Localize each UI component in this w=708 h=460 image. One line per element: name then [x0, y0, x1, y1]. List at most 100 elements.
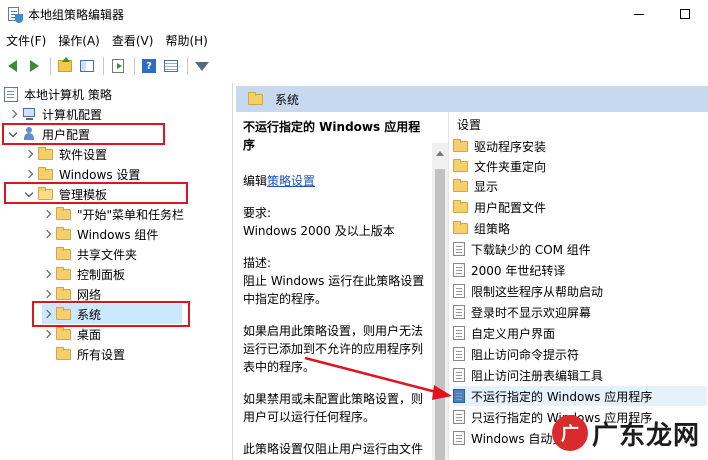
settings-column-header[interactable]: 设置	[449, 112, 481, 136]
tree-windows-components[interactable]: Windows 组件	[42, 224, 158, 244]
expand-chevron-icon[interactable]	[42, 329, 52, 339]
pane-header-title: 系统	[275, 92, 300, 107]
menu-action[interactable]: 操作(A)	[52, 30, 106, 50]
list-item-label: 阻止访问注册表编辑工具	[471, 368, 604, 383]
scrollbar-thumb[interactable]	[435, 169, 445, 460]
folder-icon	[56, 226, 71, 240]
folder-icon	[453, 220, 468, 234]
policy-setting-icon	[453, 368, 465, 382]
folder-icon	[56, 206, 71, 220]
view-icon	[164, 60, 178, 72]
folder-icon	[56, 246, 71, 260]
menu-help[interactable]: 帮助(H)	[159, 30, 213, 50]
expand-chevron-icon[interactable]	[24, 149, 34, 159]
expand-chevron-icon[interactable]	[42, 289, 52, 299]
list-item[interactable]: 2000 年世纪转译	[453, 260, 565, 280]
folder-icon	[56, 346, 71, 360]
tree-control-panel-label: 控制面板	[77, 267, 126, 282]
toolbar-separator	[134, 57, 135, 75]
policy-setting-icon	[453, 326, 465, 340]
back-button[interactable]	[2, 56, 22, 76]
highlight-box-system	[32, 301, 190, 327]
maximize-button[interactable]	[662, 0, 708, 28]
tree-control-panel[interactable]: 控制面板	[42, 264, 125, 284]
tree-root[interactable]: 本地计算机 策略	[4, 84, 112, 104]
list-item-label: 登录时不显示欢迎屏幕	[471, 305, 592, 320]
expand-chevron-icon[interactable]	[42, 229, 52, 239]
menu-bar: 文件(F) 操作(A) 查看(V) 帮助(H)	[0, 30, 214, 50]
extra-text: 此策略设置仅阻止用户运行由文件资源管理器进程启动的程序。它不	[243, 442, 424, 456]
folder-icon	[248, 91, 263, 105]
menu-file[interactable]: 文件(F)	[0, 30, 52, 50]
expand-chevron-icon[interactable]	[42, 209, 52, 219]
settings-list-pane: 设置 驱动程序安装 文件夹重定向 显示 用户配置文件 组策略 下载缺少的 COM…	[448, 112, 708, 460]
description-scrollbar[interactable]	[432, 143, 448, 460]
requirements-label: 要求:	[243, 206, 272, 220]
tree-shared-folders[interactable]: 共享文件夹	[56, 244, 137, 264]
watermark-text: 广东龙网	[592, 420, 701, 451]
expand-chevron-icon[interactable]	[42, 269, 52, 279]
list-item[interactable]: 文件夹重定向	[453, 156, 546, 176]
policy-setting-icon	[453, 305, 465, 319]
tree-software-settings-label: 软件设置	[59, 147, 108, 162]
export-list-button[interactable]	[108, 56, 128, 76]
list-item-label: 2000 年世纪转译	[471, 263, 566, 278]
edit-line: 编辑策略设置	[243, 172, 432, 190]
scroll-up-arrow-icon[interactable]	[436, 151, 444, 156]
tree-all-settings-label: 所有设置	[77, 347, 126, 362]
tree-desktop[interactable]: 桌面	[42, 324, 101, 344]
minimize-button[interactable]	[616, 0, 662, 28]
tree-start-menu[interactable]: "开始"菜单和任务栏	[42, 204, 184, 224]
list-item-label: 阻止访问命令提示符	[471, 347, 580, 362]
help-icon: ?	[142, 59, 156, 73]
tree-windows-settings[interactable]: Windows 设置	[24, 164, 140, 184]
watermark: 广 广东龙网	[552, 410, 708, 456]
list-item[interactable]: 阻止访问命令提示符	[453, 344, 579, 364]
folder-icon	[56, 266, 71, 280]
up-one-level-button[interactable]	[55, 56, 75, 76]
description-text: 阻止 Windows 运行在此策略设置中指定的程序。	[243, 274, 425, 306]
list-item[interactable]: 显示	[453, 176, 498, 196]
help-button[interactable]: ?	[139, 56, 159, 76]
edit-prefix: 编辑	[243, 174, 268, 188]
policy-setting-icon	[453, 431, 465, 445]
policy-description: 不运行指定的 Windows 应用程序 编辑策略设置 要求: Windows 2…	[236, 112, 432, 460]
title-bar: 本地组策略编辑器	[0, 0, 708, 28]
folder-icon	[453, 158, 468, 172]
tree-all-settings[interactable]: 所有设置	[56, 344, 125, 364]
edit-policy-link[interactable]: 策略设置	[267, 174, 315, 188]
menu-view[interactable]: 查看(V)	[106, 30, 160, 50]
tree-windows-settings-label: Windows 设置	[59, 167, 141, 182]
list-item[interactable]: 阻止访问注册表编辑工具	[453, 365, 603, 385]
tree-windows-components-label: Windows 组件	[77, 227, 159, 242]
export-list-icon	[112, 59, 124, 73]
description-pane: 系统 不运行指定的 Windows 应用程序 编辑策略设置 要求: Window…	[236, 83, 708, 460]
forward-arrow-icon	[29, 60, 39, 72]
list-item[interactable]: 驱动程序安装	[453, 136, 546, 156]
list-item[interactable]: 下载缺少的 COM 组件	[453, 239, 591, 259]
filter-button[interactable]	[192, 56, 212, 76]
watermark-logo: 广	[552, 415, 588, 451]
list-item-label: 限制这些程序从帮助启动	[471, 284, 604, 299]
list-item-label: 用户配置文件	[474, 200, 547, 215]
forward-button[interactable]	[24, 56, 44, 76]
list-item[interactable]: 登录时不显示欢迎屏幕	[453, 302, 591, 322]
list-item[interactable]: 组策略	[453, 218, 510, 238]
view-button[interactable]	[161, 56, 181, 76]
list-item[interactable]: 限制这些程序从帮助启动	[453, 281, 603, 301]
show-hide-tree-button[interactable]	[77, 56, 97, 76]
policy-setting-icon	[453, 410, 465, 424]
toolbar: ?	[0, 54, 708, 78]
expand-chevron-icon[interactable]	[8, 109, 18, 119]
requirements-value: Windows 2000 及以上版本	[243, 224, 395, 238]
tree-computer-config[interactable]: 计算机配置	[8, 104, 102, 124]
tree-network-label: 网络	[77, 287, 102, 302]
tree-software-settings[interactable]: 软件设置	[24, 144, 107, 164]
highlight-box-admin-templates	[4, 182, 188, 204]
expand-chevron-icon[interactable]	[24, 169, 34, 179]
list-item-selected[interactable]: 不运行指定的 Windows 应用程序	[453, 386, 707, 406]
policy-setting-icon	[453, 284, 465, 298]
policy-title: 不运行指定的 Windows 应用程序	[243, 120, 421, 152]
list-item[interactable]: 用户配置文件	[453, 197, 546, 217]
list-item[interactable]: 自定义用户界面	[453, 323, 555, 343]
